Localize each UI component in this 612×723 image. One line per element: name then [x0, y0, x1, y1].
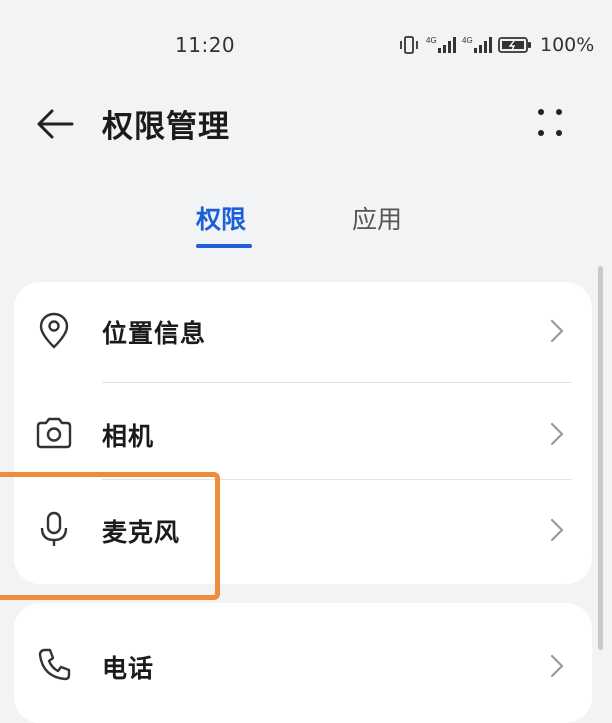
back-arrow-icon: [37, 109, 74, 139]
phone-icon: [38, 648, 71, 681]
status-time: 11:20: [175, 33, 236, 57]
permissions-card-2: 电话: [14, 603, 592, 723]
divider: [102, 382, 572, 383]
chevron-right-icon: [550, 319, 564, 343]
vibrate-icon: [400, 36, 418, 54]
permission-item-phone[interactable]: 电话: [14, 617, 592, 713]
signal-icon: 4G: [426, 36, 456, 53]
chevron-right-icon: [550, 518, 564, 542]
permission-item-location[interactable]: 位置信息: [14, 282, 592, 378]
chevron-right-icon: [550, 654, 564, 678]
tab-active-indicator: [196, 244, 252, 248]
signal-icon-2: 4G: [462, 36, 492, 53]
location-pin-icon: [39, 312, 69, 349]
more-dots-icon: [538, 109, 562, 136]
camera-icon: [36, 417, 72, 449]
battery-icon: [498, 37, 531, 53]
battery-percent: 100%: [540, 34, 595, 56]
permission-label-microphone: 麦克风: [102, 518, 181, 547]
tab-apps[interactable]: 应用: [352, 200, 402, 236]
permission-label-camera: 相机: [102, 422, 155, 451]
permission-label-phone: 电话: [102, 654, 155, 683]
network-badge-1: 4G: [426, 36, 437, 45]
more-options-button[interactable]: [526, 100, 574, 148]
page-title: 权限管理: [102, 109, 230, 145]
back-button[interactable]: [30, 102, 78, 146]
permission-label-location: 位置信息: [102, 319, 207, 348]
permission-item-camera[interactable]: 相机: [14, 385, 592, 481]
chevron-right-icon: [550, 422, 564, 446]
network-badge-2: 4G: [462, 36, 473, 45]
scrollbar[interactable]: [598, 266, 603, 650]
permissions-card: 位置信息 相机 麦克风: [14, 282, 592, 584]
status-icons: 4G 4G 100%: [398, 33, 594, 57]
divider: [102, 479, 572, 480]
microphone-icon: [40, 511, 68, 546]
tab-permissions[interactable]: 权限: [196, 200, 246, 236]
permission-item-microphone[interactable]: 麦克风: [14, 481, 592, 577]
